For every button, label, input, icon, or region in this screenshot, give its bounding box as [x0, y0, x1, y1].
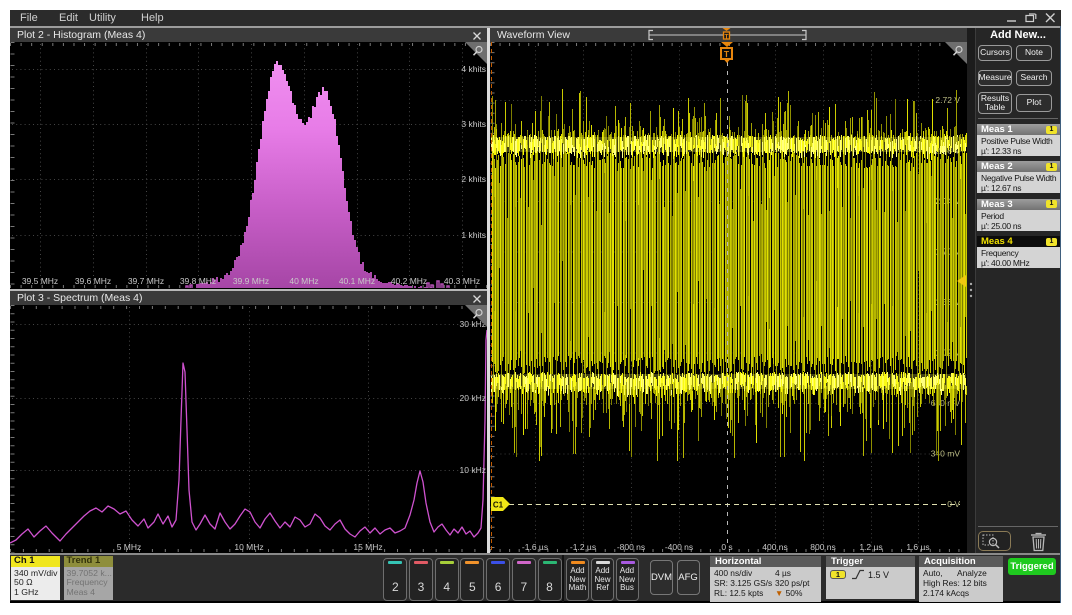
- svg-text:C1: C1: [493, 501, 504, 510]
- svg-text:39.5 MHz: 39.5 MHz: [22, 276, 58, 286]
- svg-text:-1.2 µs: -1.2 µs: [570, 542, 596, 552]
- svg-text:40.1 MHz: 40.1 MHz: [339, 276, 375, 286]
- svg-text:40.3 MHz: 40.3 MHz: [444, 276, 480, 286]
- svg-text:40.2 MHz: 40.2 MHz: [391, 276, 427, 286]
- svg-text:39.9 MHz: 39.9 MHz: [233, 276, 269, 286]
- svg-text:-400 ns: -400 ns: [665, 542, 693, 552]
- svg-text:10 MHz: 10 MHz: [234, 542, 263, 552]
- svg-text:40 MHz: 40 MHz: [289, 276, 318, 286]
- svg-text:0 s: 0 s: [721, 542, 732, 552]
- svg-text:1.6 µs: 1.6 µs: [906, 542, 929, 552]
- svg-text:39.6 MHz: 39.6 MHz: [75, 276, 111, 286]
- svg-text:400 ns: 400 ns: [762, 542, 788, 552]
- svg-text:T: T: [725, 34, 729, 41]
- svg-text:4 khits: 4 khits: [461, 64, 486, 74]
- svg-text:-800 ns: -800 ns: [617, 542, 645, 552]
- svg-text:-1.6 µs: -1.6 µs: [522, 542, 548, 552]
- svg-text:20 kHz: 20 kHz: [460, 393, 486, 403]
- svg-text:39.8 MHz: 39.8 MHz: [180, 276, 216, 286]
- svg-text:10 kHz: 10 kHz: [460, 465, 486, 475]
- svg-text:2 khits: 2 khits: [461, 174, 486, 184]
- svg-text:T: T: [724, 49, 730, 59]
- svg-text:15 MHz: 15 MHz: [353, 542, 382, 552]
- svg-text:800 ns: 800 ns: [810, 542, 836, 552]
- svg-text:340 mV: 340 mV: [931, 449, 961, 459]
- svg-text:39.7 MHz: 39.7 MHz: [128, 276, 164, 286]
- svg-text:5 MHz: 5 MHz: [117, 542, 142, 552]
- svg-text:1.2 µs: 1.2 µs: [859, 542, 882, 552]
- svg-text:1 khits: 1 khits: [461, 230, 486, 240]
- svg-text:3 khits: 3 khits: [461, 119, 486, 129]
